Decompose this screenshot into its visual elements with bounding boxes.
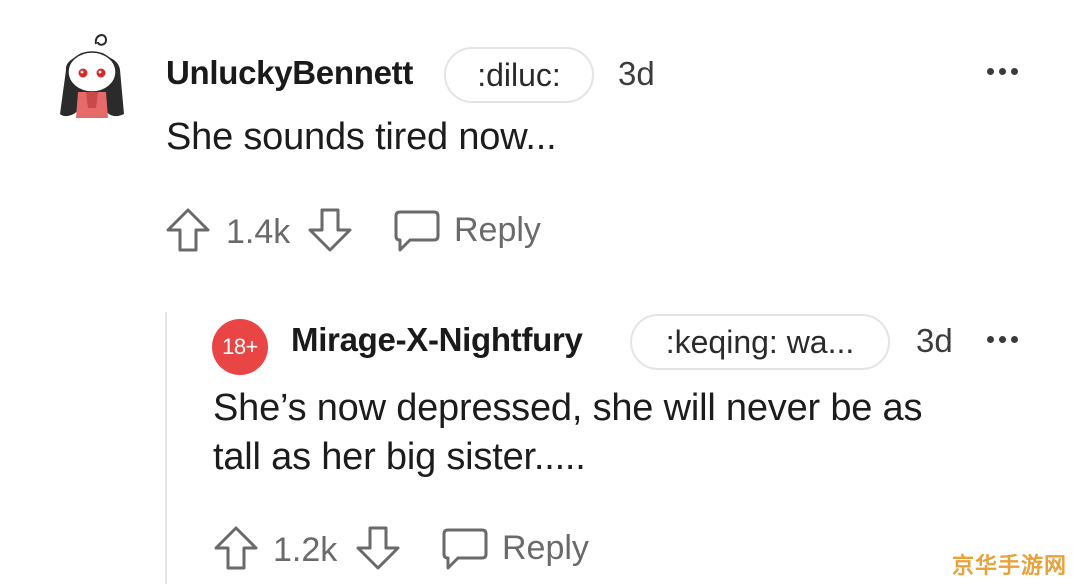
more-options-button[interactable] — [987, 336, 1018, 343]
user-avatar[interactable] — [56, 30, 128, 122]
upvote-button[interactable] — [212, 524, 260, 572]
downvote-button[interactable] — [306, 206, 354, 254]
upvote-button[interactable] — [164, 206, 212, 254]
comment-bubble-icon — [394, 210, 440, 252]
comment-username[interactable]: Mirage-X-Nightfury — [291, 321, 583, 359]
comment-body-line2: tall as her big sister..... — [213, 436, 586, 478]
dot-icon — [987, 68, 994, 75]
comment-body: She sounds tired now... — [166, 116, 557, 158]
downvote-arrow-icon — [356, 526, 400, 570]
dot-icon — [987, 336, 994, 343]
upvote-arrow-icon — [166, 208, 210, 252]
more-options-button[interactable] — [987, 68, 1018, 75]
upvote-arrow-icon — [214, 526, 258, 570]
downvote-arrow-icon — [308, 208, 352, 252]
vote-count: 1.2k — [273, 531, 338, 569]
reply-label[interactable]: Reply — [502, 529, 589, 568]
dot-icon — [999, 336, 1006, 343]
dot-icon — [999, 68, 1006, 75]
reply-button[interactable] — [392, 206, 442, 254]
downvote-button[interactable] — [354, 524, 402, 572]
reply-label[interactable]: Reply — [454, 211, 541, 250]
nsfw-avatar-badge[interactable]: 18+ — [212, 319, 268, 375]
ghost-avatar-icon — [60, 34, 124, 118]
comment-bubble-icon — [442, 528, 488, 570]
comment-body-line1: She’s now depressed, she will never be a… — [213, 387, 923, 429]
user-flair: :keqing: wa... — [630, 314, 890, 370]
user-flair: :diluc: — [444, 47, 594, 103]
comment-age: 3d — [618, 55, 655, 92]
watermark: 京华手游网 — [951, 553, 1067, 578]
dot-icon — [1011, 336, 1018, 343]
vote-count: 1.4k — [226, 213, 291, 251]
reply-button[interactable] — [440, 524, 490, 572]
thread-line[interactable] — [165, 312, 167, 584]
comment-username[interactable]: UnluckyBennett — [166, 54, 413, 92]
dot-icon — [1011, 68, 1018, 75]
comment-age: 3d — [916, 322, 953, 359]
